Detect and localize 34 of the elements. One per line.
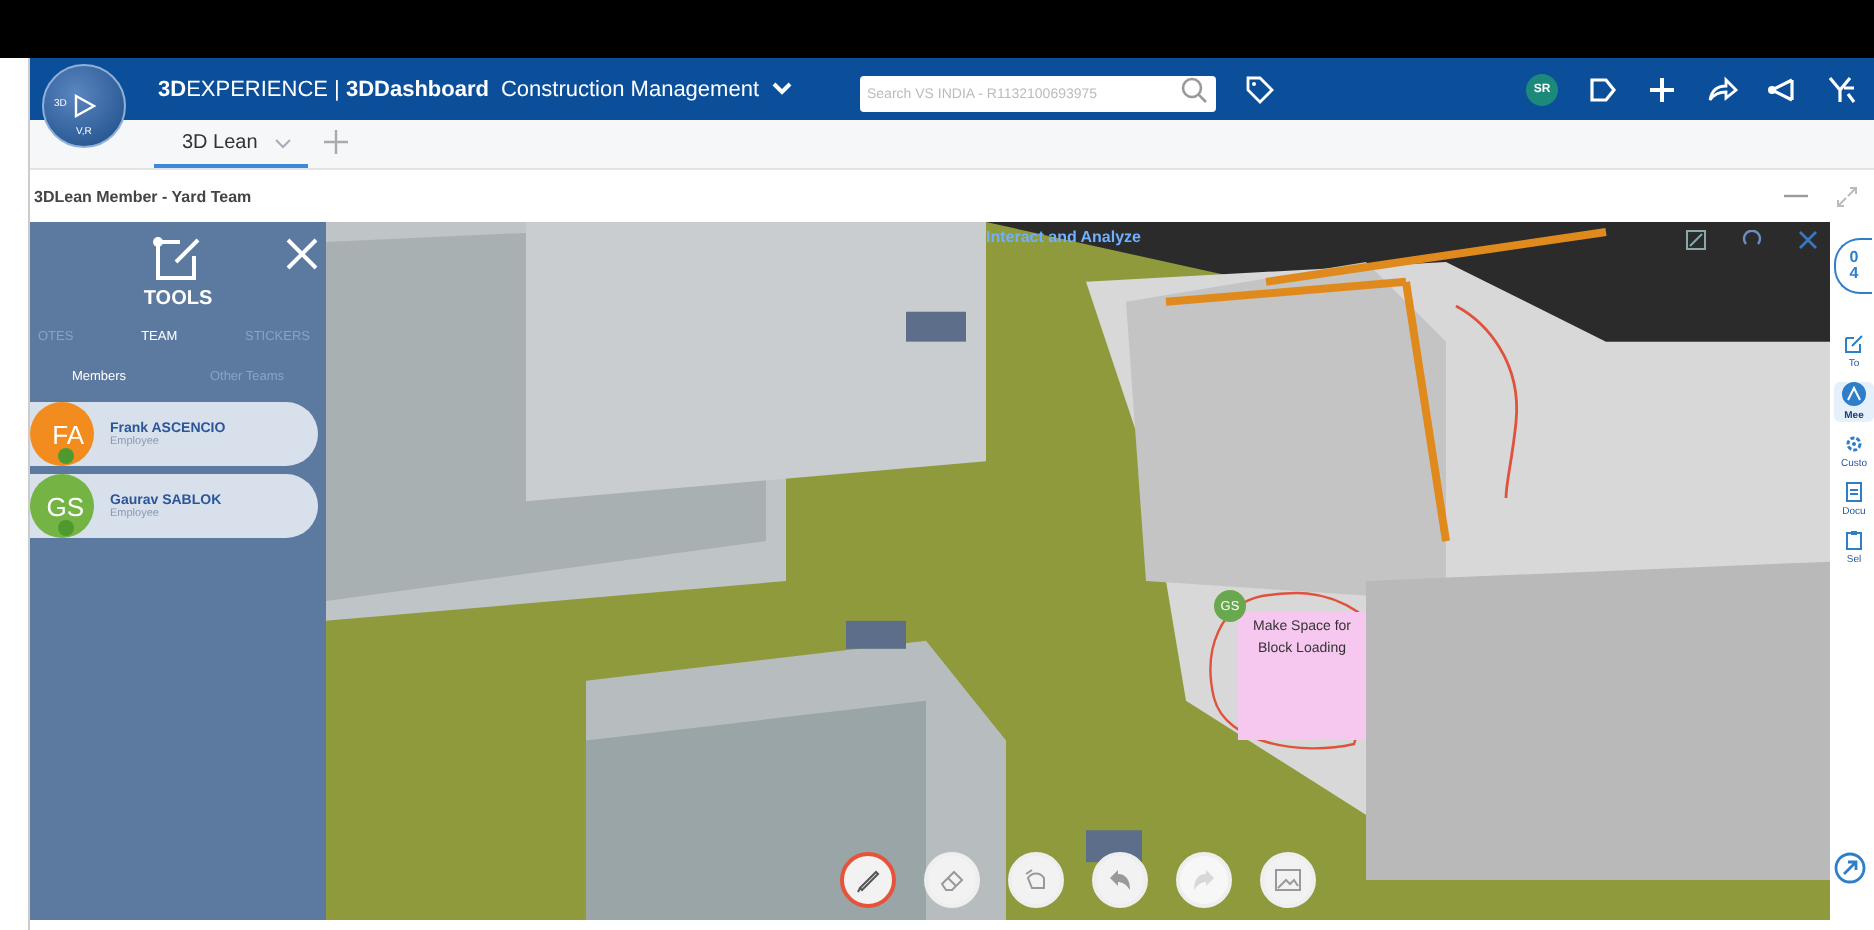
counter-badge[interactable]: 0 4 [1834,238,1872,294]
document-icon [1844,482,1864,502]
gear-icon [1844,434,1864,454]
plus-icon[interactable] [1646,73,1678,105]
clipboard-icon [1844,530,1864,550]
pen-icon [854,866,882,894]
fit-view-icon[interactable] [1686,230,1706,250]
chevron-icon [771,82,791,96]
image-icon [1274,866,1302,894]
app-title: 3DEXPERIENCE | 3DDashboard [158,77,489,101]
people-icon [1842,382,1866,406]
undo-icon [1106,866,1134,894]
member-avatar: FA [30,402,94,466]
dashboard-tab[interactable]: 3D Lean [154,132,308,168]
eraser-icon [938,866,966,894]
hand-icon [1022,866,1050,894]
redo-icon [1190,866,1218,894]
member-avatar: GS [30,474,94,538]
dashboard-menu[interactable]: Construction Management [500,77,791,101]
search-icon[interactable] [1179,75,1207,103]
arrow-circle-icon[interactable] [1834,852,1866,884]
widget-title: 3DLean Member - Yard Team [34,187,252,205]
close-icon[interactable] [1798,230,1818,250]
edit-note-icon [1844,334,1864,354]
viewport-title: Interact and Analyze [986,228,1142,246]
refresh-icon[interactable] [1742,230,1762,250]
panel-title: TOOLS [141,288,215,310]
tag-icon[interactable] [1243,73,1275,105]
compass-tools-icon[interactable] [1826,73,1858,105]
minimize-icon[interactable] [1784,192,1808,200]
speech-bubble-icon[interactable] [1586,73,1618,105]
share-arrow-icon[interactable] [1706,73,1738,105]
edit-note-icon[interactable] [152,234,204,282]
network-icon[interactable] [1766,73,1798,105]
